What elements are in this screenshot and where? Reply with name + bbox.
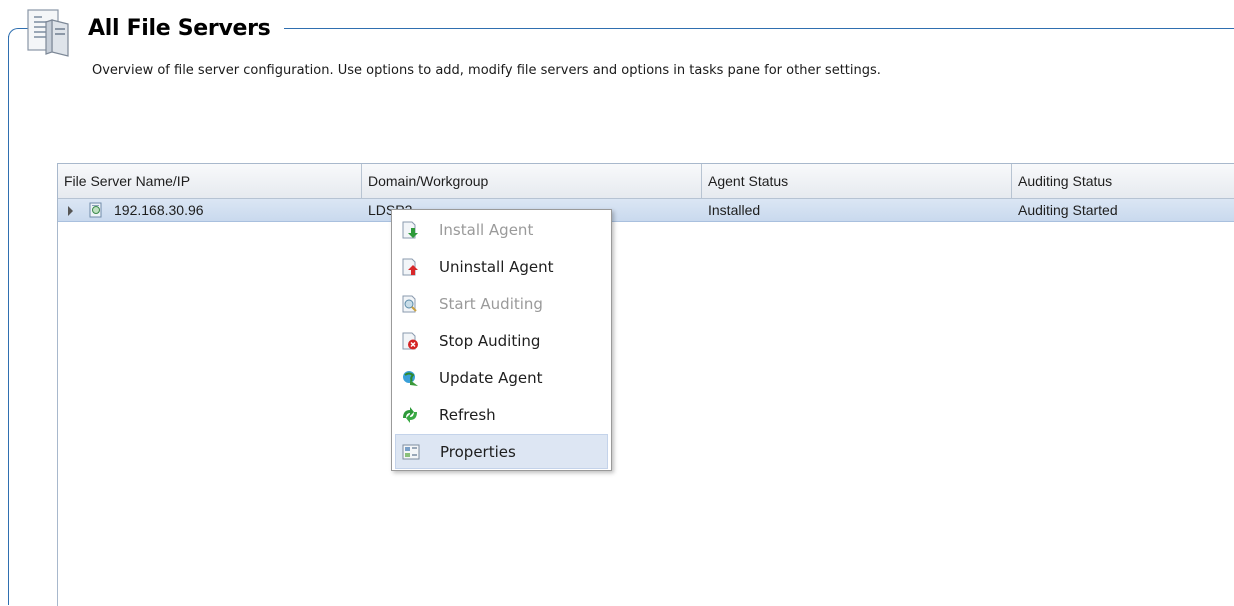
menu-item-label: Install Agent bbox=[439, 221, 534, 239]
menu-item-uninstall-agent[interactable]: Uninstall Agent bbox=[395, 250, 608, 285]
stop-auditing-icon bbox=[402, 332, 418, 350]
menu-item-start-auditing[interactable]: Start Auditing bbox=[395, 287, 608, 322]
start-auditing-icon bbox=[402, 295, 417, 313]
context-menu: Install Agent Uninstall Agent Start Audi… bbox=[391, 209, 612, 471]
menu-item-label: Update Agent bbox=[439, 369, 543, 387]
column-header-agent-status[interactable]: Agent Status bbox=[702, 164, 1012, 198]
menu-item-label: Uninstall Agent bbox=[439, 258, 554, 276]
cell-agent-status: Installed bbox=[708, 202, 761, 218]
menu-item-label: Properties bbox=[440, 443, 516, 461]
menu-item-install-agent[interactable]: Install Agent bbox=[395, 213, 608, 248]
cell-server-name: 192.168.30.96 bbox=[114, 202, 204, 218]
refresh-icon bbox=[403, 407, 417, 423]
row-indicator-icon bbox=[68, 206, 73, 216]
menu-item-refresh[interactable]: Refresh bbox=[395, 398, 608, 433]
update-agent-icon bbox=[403, 371, 418, 386]
menu-item-update-agent[interactable]: Update Agent bbox=[395, 361, 608, 396]
group-frame-top bbox=[284, 28, 1234, 29]
properties-icon bbox=[402, 444, 420, 460]
menu-item-label: Refresh bbox=[439, 406, 496, 424]
file-server-icon bbox=[89, 202, 102, 218]
column-header-file-server[interactable]: File Server Name/IP bbox=[58, 164, 362, 198]
grid-header: File Server Name/IP Domain/Workgroup Age… bbox=[58, 164, 1234, 199]
column-header-auditing-status[interactable]: Auditing Status bbox=[1012, 164, 1234, 198]
server-document-icon bbox=[27, 9, 69, 57]
group-frame-left bbox=[8, 36, 9, 605]
column-header-domain[interactable]: Domain/Workgroup bbox=[362, 164, 702, 198]
install-agent-icon bbox=[402, 221, 418, 239]
page-description: Overview of file server configuration. U… bbox=[92, 63, 881, 78]
menu-item-properties[interactable]: Properties bbox=[395, 434, 608, 469]
uninstall-agent-icon bbox=[402, 258, 418, 276]
menu-item-label: Stop Auditing bbox=[439, 332, 541, 350]
menu-item-stop-auditing[interactable]: Stop Auditing bbox=[395, 324, 608, 359]
table-row[interactable]: 192.168.30.96 LDSP2 Installed Auditing S… bbox=[58, 199, 1234, 222]
cell-auditing-status: Auditing Started bbox=[1018, 202, 1118, 218]
menu-item-label: Start Auditing bbox=[439, 295, 543, 313]
file-servers-grid[interactable]: File Server Name/IP Domain/Workgroup Age… bbox=[57, 163, 1234, 606]
page-title: All File Servers bbox=[88, 16, 271, 41]
